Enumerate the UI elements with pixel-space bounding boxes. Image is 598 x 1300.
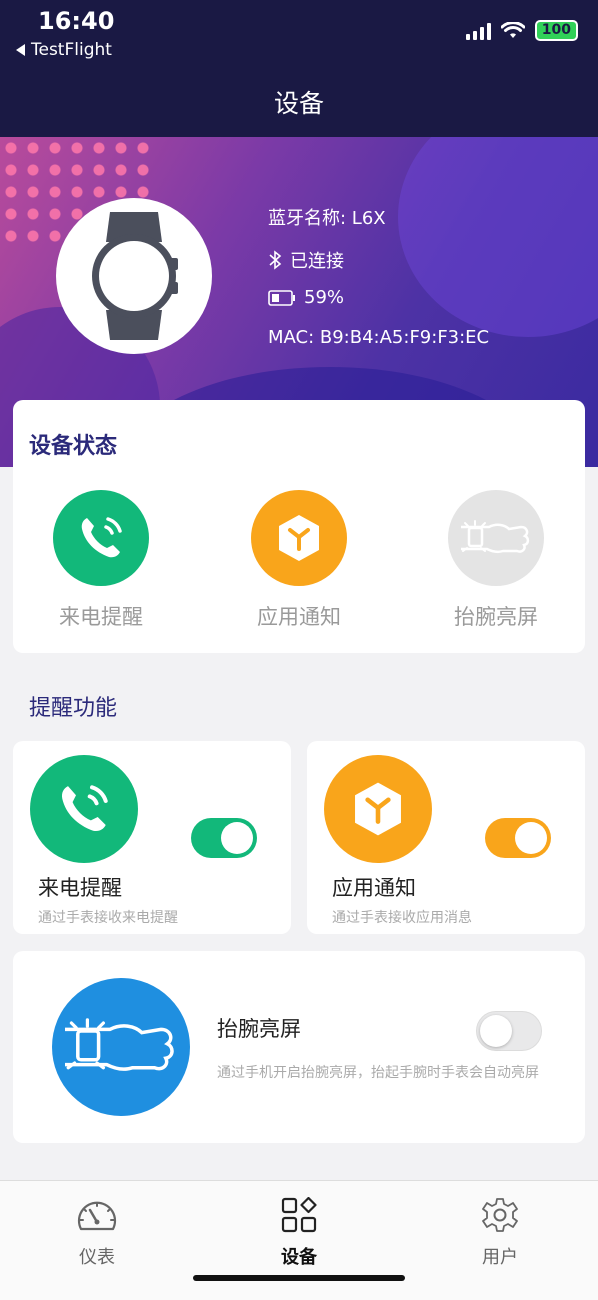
grid-icon (277, 1195, 321, 1235)
tab-device-label: 设备 (281, 1247, 317, 1268)
back-arrow-icon (16, 44, 25, 56)
tab-device[interactable]: 设备 (249, 1195, 349, 1269)
connection-status-text: 已连接 (290, 251, 344, 272)
bluetooth-icon (269, 250, 282, 270)
call-reminder-desc: 通过手表接收来电提醒 (38, 910, 178, 926)
phone-icon (30, 755, 138, 863)
status-card-title: 设备状态 (29, 434, 118, 459)
status-time: 16:40 (38, 7, 115, 35)
status-call-reminder: 来电提醒 (31, 490, 171, 631)
bluetooth-name-text: 蓝牙名称: L6X (268, 208, 386, 229)
status-wrist-label: 抬腕亮屏 (454, 605, 538, 629)
tab-bar: 仪表 设备 用户 (0, 1180, 598, 1300)
tab-dashboard-label: 仪表 (79, 1247, 115, 1268)
call-reminder-title: 来电提醒 (38, 876, 122, 900)
back-to-testflight[interactable]: TestFlight (16, 40, 112, 60)
watch-icon (92, 212, 178, 340)
dashboard-icon (75, 1195, 119, 1235)
reminder-section-title: 提醒功能 (29, 696, 118, 721)
wrist-raise-desc: 通过手机开启抬腕亮屏，抬起手腕时手表会自动亮屏 (217, 1065, 539, 1081)
battery-indicator: 100 (534, 20, 578, 41)
tab-user-label: 用户 (482, 1247, 518, 1268)
battery-level: 59% (268, 287, 344, 308)
phone-icon (53, 490, 149, 586)
device-image (56, 198, 212, 354)
tab-dashboard[interactable]: 仪表 (47, 1195, 147, 1269)
battery-level-text: 59% (304, 287, 345, 308)
call-reminder-card: 来电提醒 通过手表接收来电提醒 (13, 741, 291, 934)
wrist-raise-title: 抬腕亮屏 (217, 1017, 301, 1041)
home-indicator[interactable] (193, 1275, 405, 1281)
app-notification-desc: 通过手表接收应用消息 (332, 910, 472, 926)
wrist-icon (52, 978, 190, 1116)
device-status-card: 设备状态 来电提醒 应用通知 抬腕亮屏 (13, 400, 585, 653)
status-wrist-raise: 抬腕亮屏 (426, 490, 566, 631)
top-bar: 16:40 TestFlight 100 设备 (0, 0, 598, 137)
call-reminder-toggle[interactable] (191, 818, 257, 858)
mac-address: MAC: B9:B4:A5:F9:F3:EC (268, 327, 489, 348)
wrist-raise-toggle[interactable] (476, 1011, 542, 1051)
tab-user[interactable]: 用户 (450, 1195, 550, 1269)
wrist-raise-card: 抬腕亮屏 通过手机开启抬腕亮屏，抬起手腕时手表会自动亮屏 (13, 951, 585, 1143)
connection-status: 已连接 (268, 247, 344, 273)
status-call-label: 来电提醒 (59, 605, 143, 629)
app-notification-card: 应用通知 通过手表接收应用消息 (307, 741, 585, 934)
status-app-notification: 应用通知 (229, 490, 369, 631)
back-app-label: TestFlight (31, 40, 112, 60)
bluetooth-name: 蓝牙名称: L6X (268, 204, 386, 230)
page-title: 设备 (273, 89, 324, 118)
status-app-label: 应用通知 (257, 605, 341, 629)
status-icons: 100 (465, 20, 578, 41)
app-notification-toggle[interactable] (485, 818, 551, 858)
wifi-icon (500, 21, 525, 38)
cellular-signal-icon (465, 22, 491, 40)
cube-icon (324, 755, 432, 863)
decor-blob (398, 137, 598, 337)
mac-address-text: MAC: B9:B4:A5:F9:F3:EC (268, 327, 490, 348)
wrist-icon (448, 490, 544, 586)
app-notification-title: 应用通知 (332, 876, 416, 900)
gear-icon (478, 1195, 522, 1235)
cube-icon (251, 490, 347, 586)
battery-icon (268, 289, 295, 306)
